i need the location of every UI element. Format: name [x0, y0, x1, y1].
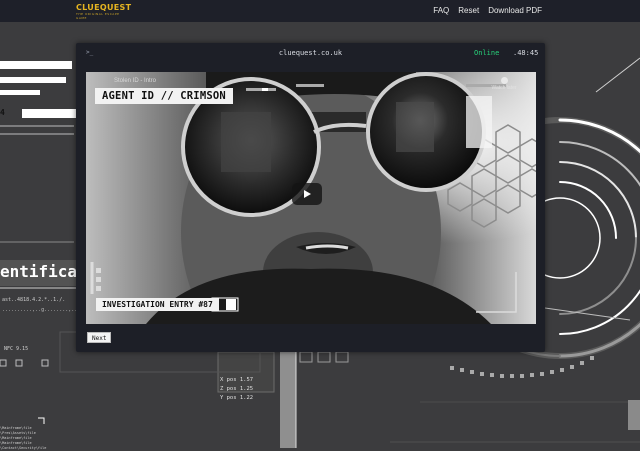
background-file-list: \Mainframe\file \Pres\Assets\file \Mainf…	[0, 426, 46, 451]
top-navigation-bar: CLUEQUEST THE ORIGINAL ESCAPE GAME FAQ R…	[0, 0, 640, 22]
position-readout: X pos 1.57 Z pos 1.25 Y pos 1.22	[220, 376, 253, 403]
watch-later-label: Watch later	[491, 85, 517, 91]
logo-wordmark: CLUEQUEST	[76, 3, 132, 12]
background-heading: entificat	[0, 262, 87, 281]
background-code-1: ast..4818.4.2.*..1./.	[2, 297, 66, 303]
z-pos-readout: Z pos 1.25	[220, 386, 254, 392]
play-icon[interactable]	[292, 183, 322, 205]
video-title[interactable]: Stolen ID - Intro	[114, 78, 156, 84]
agent-id-caption: AGENT ID // CRIMSON	[95, 88, 233, 104]
cluequest-logo[interactable]: CLUEQUEST THE ORIGINAL ESCAPE GAME	[76, 3, 132, 21]
nav-links: FAQ Reset Download PDF	[433, 6, 542, 15]
next-button[interactable]: Next	[87, 332, 112, 343]
background-nfc: NFC 9.15	[4, 346, 29, 352]
file-list-item: \Contact\Security\file	[0, 446, 47, 450]
y-pos-readout: Y pos 1.22	[220, 395, 254, 401]
watch-later-button[interactable]: Watch later	[484, 77, 524, 91]
modal-header: >_ cluequest.co.uk Online .48:45	[76, 43, 545, 65]
video-player[interactable]: Stolen ID - Intro AGENT ID // CRIMSON IN…	[86, 72, 536, 324]
video-modal: >_ cluequest.co.uk Online .48:45 Stolen …	[76, 43, 545, 352]
clock-icon	[500, 77, 508, 84]
online-status: Online	[474, 49, 500, 57]
faq-link[interactable]: FAQ	[433, 6, 449, 15]
investigation-entry-caption: INVESTIGATION ENTRY #87	[96, 298, 219, 311]
logo-tagline: THE ORIGINAL ESCAPE GAME	[76, 12, 120, 20]
countdown-clock: .48:45	[513, 49, 539, 57]
x-pos-readout: X pos 1.57	[220, 377, 254, 383]
reset-link[interactable]: Reset	[458, 6, 479, 15]
background-number: 4	[0, 108, 5, 117]
download-pdf-link[interactable]: Download PDF	[488, 6, 542, 15]
